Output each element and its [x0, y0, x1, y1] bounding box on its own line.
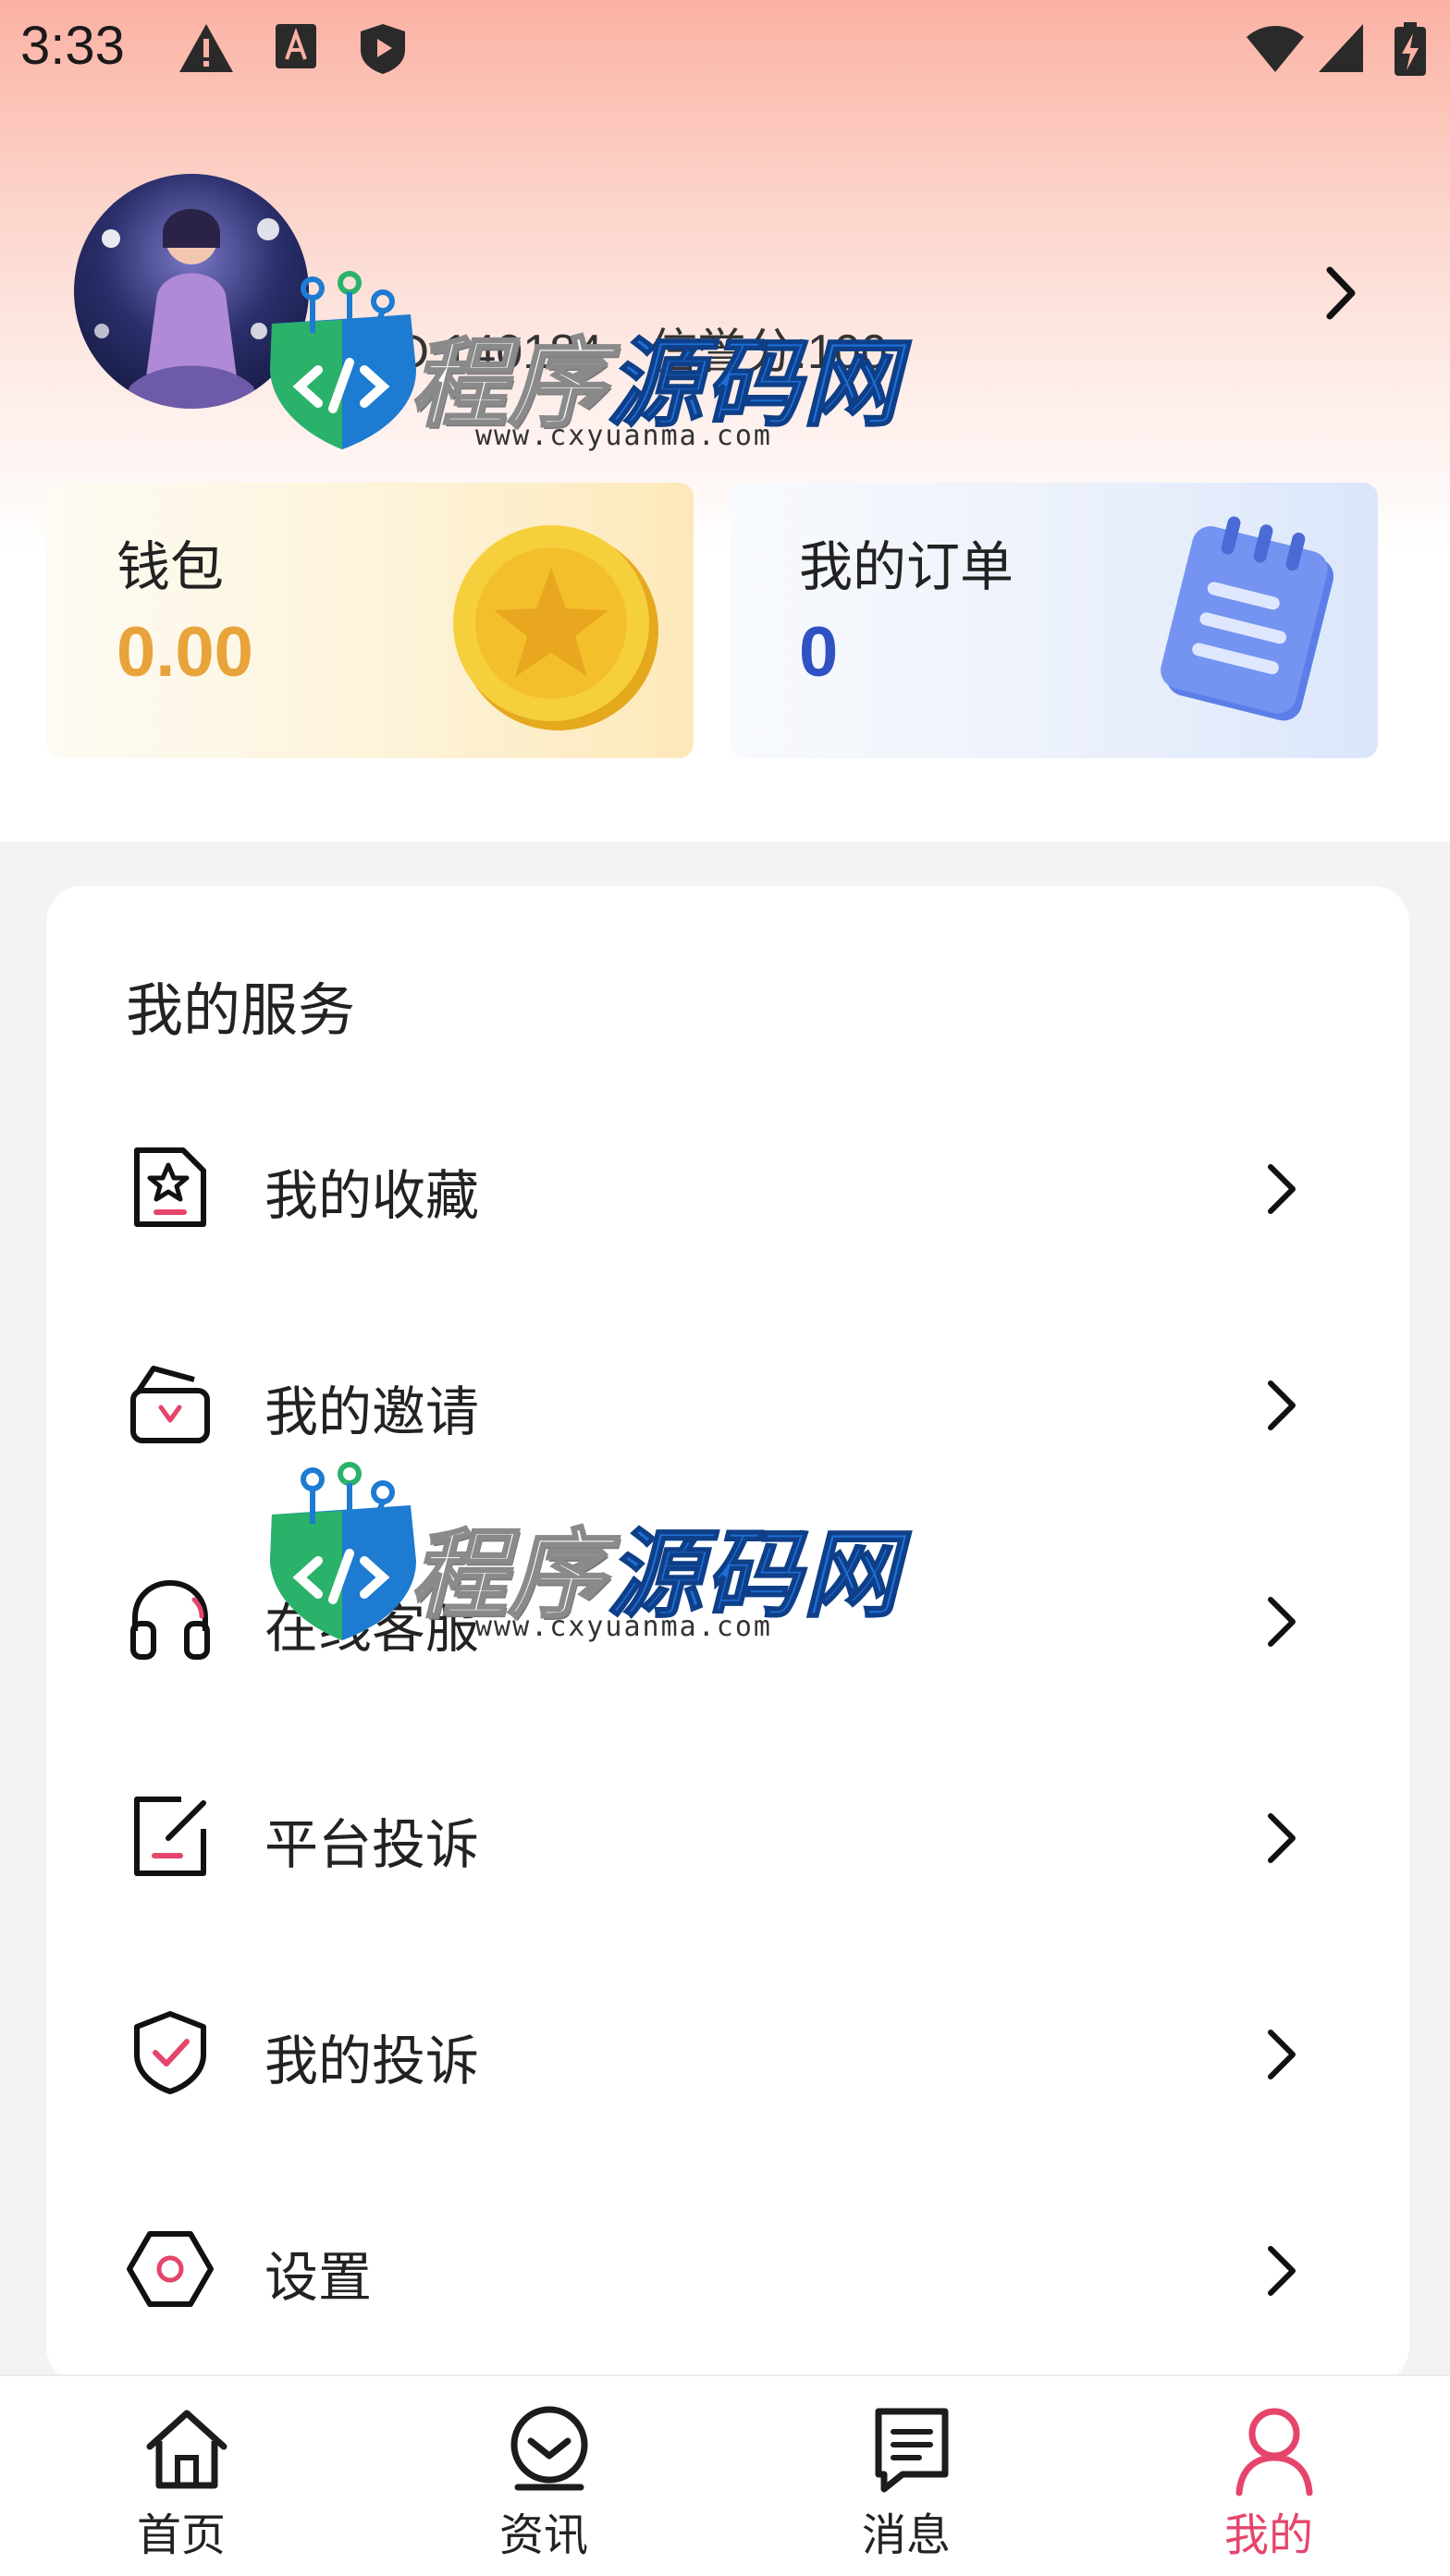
chevron-right-icon — [1263, 1159, 1300, 1222]
avatar[interactable] — [74, 174, 309, 409]
coin-star-icon — [449, 521, 662, 738]
user-icon — [1228, 2404, 1321, 2496]
orders-value: 0 — [799, 613, 839, 692]
services-panel: 我的服务 我的收藏 我的邀请 在线客服 平台投诉 我的投诉 设置 — [46, 886, 1409, 2384]
shield-check-icon — [126, 2008, 215, 2097]
signal-icon — [1317, 22, 1365, 78]
service-label: 我的收藏 — [264, 1164, 480, 1227]
notebook-icon — [1149, 507, 1352, 742]
bottom-tab-bar: 首页 资讯 消息 我的 — [0, 2374, 1450, 2576]
wallet-value: 0.00 — [117, 613, 253, 692]
battery-charging-icon — [1395, 22, 1426, 80]
headset-icon — [126, 1576, 215, 1664]
user-id: 户ID:140184 — [333, 325, 603, 379]
tab-mine[interactable]: 我的 — [1088, 2376, 1450, 2576]
tab-label: 消息 — [861, 2509, 951, 2561]
service-label: 我的投诉 — [264, 2030, 480, 2092]
service-label: 在线客服 — [264, 1597, 480, 1660]
tab-label: 我的 — [1223, 2509, 1313, 2561]
settings-hexagon-icon — [126, 2225, 215, 2313]
service-item-my-complaints[interactable]: 我的投诉 — [46, 1932, 1409, 2149]
news-icon — [503, 2404, 596, 2496]
wallet-card[interactable]: 钱包 0.00 — [46, 483, 694, 758]
wifi-icon — [1245, 22, 1306, 78]
message-icon — [866, 2404, 958, 2496]
favorites-doc-icon — [126, 1143, 215, 1232]
chevron-right-icon — [1263, 2025, 1300, 2088]
home-icon — [141, 2404, 233, 2496]
warning-icon — [178, 22, 235, 78]
tab-home[interactable]: 首页 — [0, 2376, 362, 2576]
font-icon — [274, 22, 318, 74]
profile-info: 户ID:140184 信誉分:100 — [333, 313, 921, 382]
tab-messages[interactable]: 消息 — [725, 2376, 1088, 2576]
service-item-favorites[interactable]: 我的收藏 — [46, 1067, 1409, 1283]
service-label: 设置 — [264, 2246, 373, 2309]
tab-label: 首页 — [136, 2509, 226, 2561]
profile-chevron-right-icon[interactable] — [1319, 261, 1363, 329]
tab-label: 资讯 — [498, 2509, 588, 2561]
chevron-right-icon — [1263, 1809, 1300, 1871]
status-bar: 3:33 — [0, 0, 1450, 102]
service-label: 我的邀请 — [264, 1380, 480, 1443]
service-item-settings[interactable]: 设置 — [46, 2149, 1409, 2365]
tab-news[interactable]: 资讯 — [362, 2376, 725, 2576]
service-label: 平台投诉 — [264, 1813, 480, 1876]
chevron-right-icon — [1263, 1376, 1300, 1439]
services-title: 我的服务 — [126, 976, 356, 1044]
service-item-invite[interactable]: 我的邀请 — [46, 1283, 1409, 1500]
service-item-platform-complaint[interactable]: 平台投诉 — [46, 1716, 1409, 1932]
shield-play-icon — [359, 22, 407, 80]
chevron-right-icon — [1263, 2241, 1300, 2304]
edit-note-icon — [126, 1792, 215, 1881]
invite-bag-icon — [126, 1359, 215, 1448]
status-time: 3:33 — [20, 16, 125, 76]
orders-label: 我的订单 — [799, 535, 1014, 598]
wallet-label: 钱包 — [117, 535, 225, 598]
service-item-support[interactable]: 在线客服 — [46, 1500, 1409, 1716]
credit-score: 信誉分:100 — [649, 325, 888, 379]
orders-card[interactable]: 我的订单 0 — [731, 483, 1378, 758]
chevron-right-icon — [1263, 1592, 1300, 1655]
